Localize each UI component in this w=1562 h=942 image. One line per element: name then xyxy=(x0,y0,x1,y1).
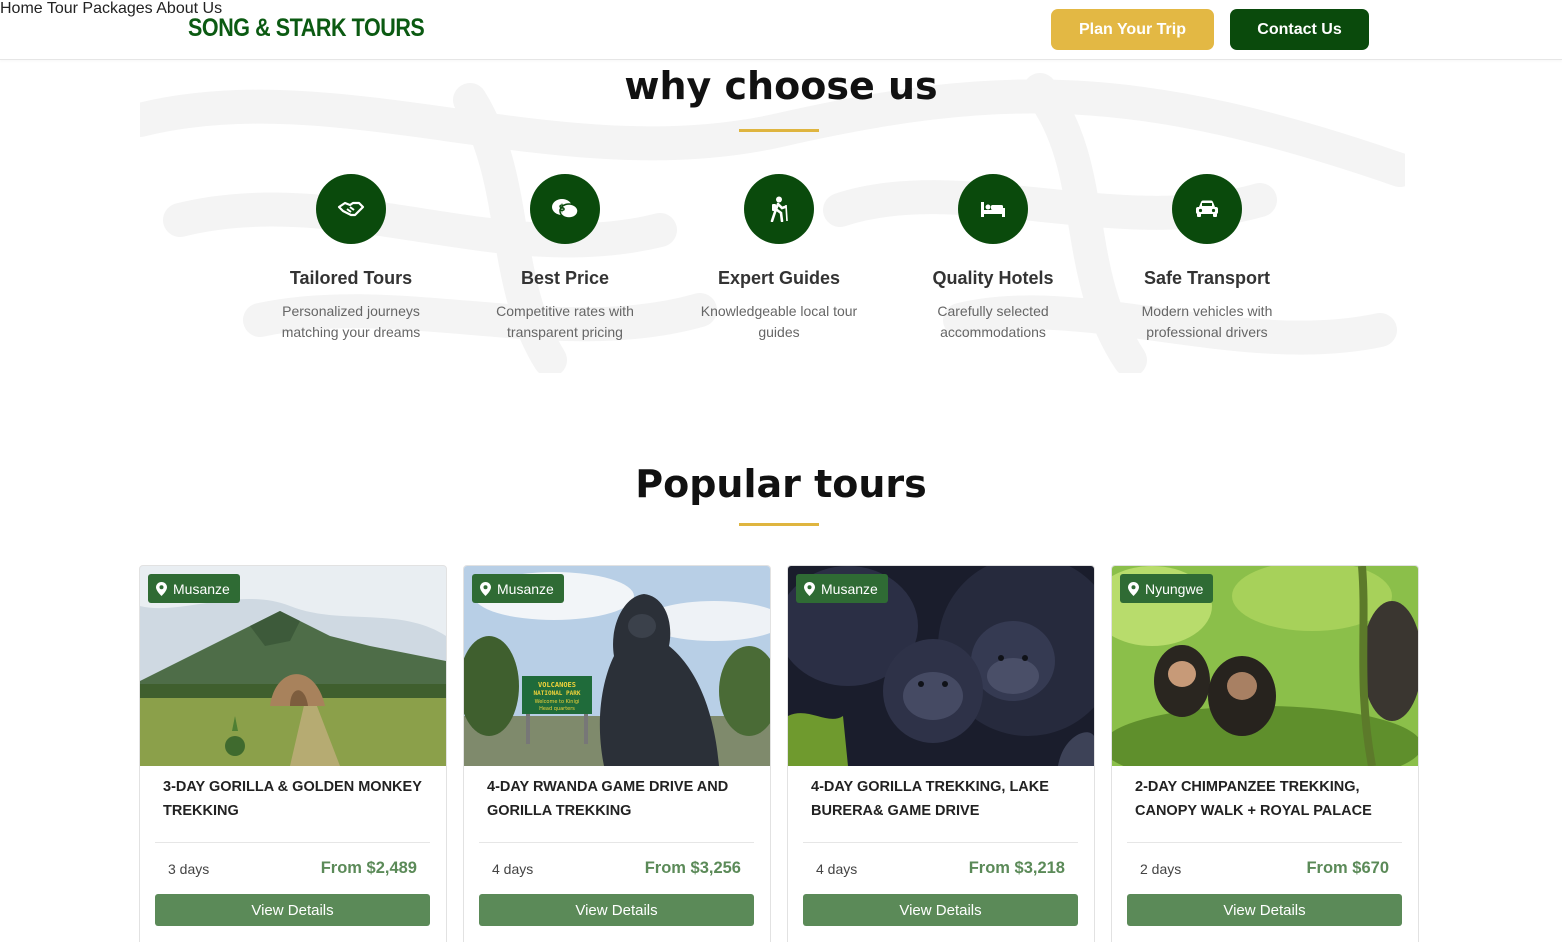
divider xyxy=(155,842,430,843)
location-label: Musanze xyxy=(173,580,230,597)
bed-icon xyxy=(958,174,1028,244)
location-pin-icon xyxy=(156,581,167,596)
location-label: Musanze xyxy=(821,580,878,597)
view-details-button[interactable]: View Details xyxy=(155,894,430,926)
location-badge: Musanze xyxy=(796,574,888,603)
tour-title[interactable]: 3-Day Gorilla & Golden Monkey Trekking xyxy=(163,775,433,823)
tour-duration: 4 days xyxy=(816,861,858,877)
tour-title[interactable]: 2-Day Chimpanzee Trekking, Canopy Walk +… xyxy=(1135,775,1405,823)
location-badge: Musanze xyxy=(472,574,564,603)
feature-title: Best Price xyxy=(520,268,610,288)
view-details-button[interactable]: View Details xyxy=(1127,894,1402,926)
tour-price: From $2,489 xyxy=(320,859,417,877)
feature-text: Competitive rates with transparent prici… xyxy=(496,303,634,340)
nav-home[interactable]: Home xyxy=(0,0,43,17)
tour-price: From $670 xyxy=(1306,859,1389,877)
title-underline xyxy=(739,523,819,526)
divider xyxy=(479,842,754,843)
location-pin-icon xyxy=(1128,581,1139,596)
nav-tour-packages[interactable]: Tour Packages xyxy=(47,0,153,17)
divider xyxy=(803,842,1078,843)
divider xyxy=(1127,842,1402,843)
title-underline xyxy=(739,129,819,132)
contact-us-button[interactable]: Contact Us xyxy=(1230,9,1369,50)
view-details-button[interactable]: View Details xyxy=(803,894,1078,926)
tour-title[interactable]: 4-Day Gorilla Trekking, Lake Burera& Gam… xyxy=(811,775,1081,823)
hiking-icon xyxy=(744,174,814,244)
feature-text: Knowledgeable local tour guides xyxy=(700,303,858,340)
price-chat-icon: $ xyxy=(530,174,600,244)
feature-title: Quality Hotels xyxy=(932,268,1054,288)
feature-text: Modern vehicles with professional driver… xyxy=(1141,303,1273,340)
tour-title[interactable]: 4-Day Rwanda Game Drive and Gorilla Trek… xyxy=(487,775,757,823)
tour-price: From $3,256 xyxy=(644,859,741,877)
tour-duration: 3 days xyxy=(168,861,210,877)
feature-best-price: $ Best Price Competitive rates with tran… xyxy=(458,174,672,343)
feature-expert-guides: Expert Guides Knowledgeable local tour g… xyxy=(672,174,886,343)
handshake-icon xyxy=(316,174,386,244)
svg-text:$: $ xyxy=(559,203,566,214)
location-label: Musanze xyxy=(497,580,554,597)
tour-price: From $3,218 xyxy=(968,859,1065,877)
site-logo[interactable]: SONG & STARK TOURS xyxy=(188,14,425,43)
popular-tours-title: Popular tours xyxy=(635,462,927,506)
plan-your-trip-button[interactable]: Plan Your Trip xyxy=(1051,9,1214,50)
tour-duration: 4 days xyxy=(492,861,534,877)
tour-card[interactable]: Nyungwe 2-Day Chimpanzee Trekking, Canop… xyxy=(1111,565,1419,942)
car-icon xyxy=(1172,174,1242,244)
feature-safe-transport: Safe Transport Modern vehicles with prof… xyxy=(1100,174,1314,343)
feature-quality-hotels: Quality Hotels Carefully selected accomm… xyxy=(886,174,1100,343)
feature-text: Carefully selected accommodations xyxy=(937,303,1049,340)
tour-card[interactable]: Musanze 3-Day Gorilla & Golden Monkey Tr… xyxy=(139,565,447,942)
park-sign-text: Welcome to Kinigi xyxy=(535,699,580,705)
site-header: SONG & STARK TOURS Home Tour Packages Ab… xyxy=(0,0,1562,60)
location-label: Nyungwe xyxy=(1145,580,1204,597)
tour-card[interactable]: Musanze 4-Day Gorilla Trekking, Lake Bur… xyxy=(787,565,1095,942)
tour-card[interactable]: VOLCANOES NATIONAL PARK Welcome to Kinig… xyxy=(463,565,771,942)
view-details-button[interactable]: View Details xyxy=(479,894,754,926)
why-choose-us-title: why choose us xyxy=(624,64,938,108)
park-sign-text: Head quarters xyxy=(539,706,575,712)
park-sign-text: NATIONAL PARK xyxy=(534,690,581,697)
location-badge: Musanze xyxy=(148,574,240,603)
location-badge: Nyungwe xyxy=(1120,574,1214,603)
tour-duration: 2 days xyxy=(1140,861,1182,877)
park-sign-text: VOLCANOES xyxy=(538,681,576,689)
feature-title: Tailored Tours xyxy=(289,268,413,288)
location-pin-icon xyxy=(804,581,815,596)
location-pin-icon xyxy=(480,581,491,596)
feature-tailored-tours: Tailored Tours Personalized journeys mat… xyxy=(244,174,458,343)
feature-title: Safe Transport xyxy=(1143,268,1271,288)
feature-text: Personalized journeys matching your drea… xyxy=(281,303,421,340)
feature-title: Expert Guides xyxy=(717,268,841,288)
